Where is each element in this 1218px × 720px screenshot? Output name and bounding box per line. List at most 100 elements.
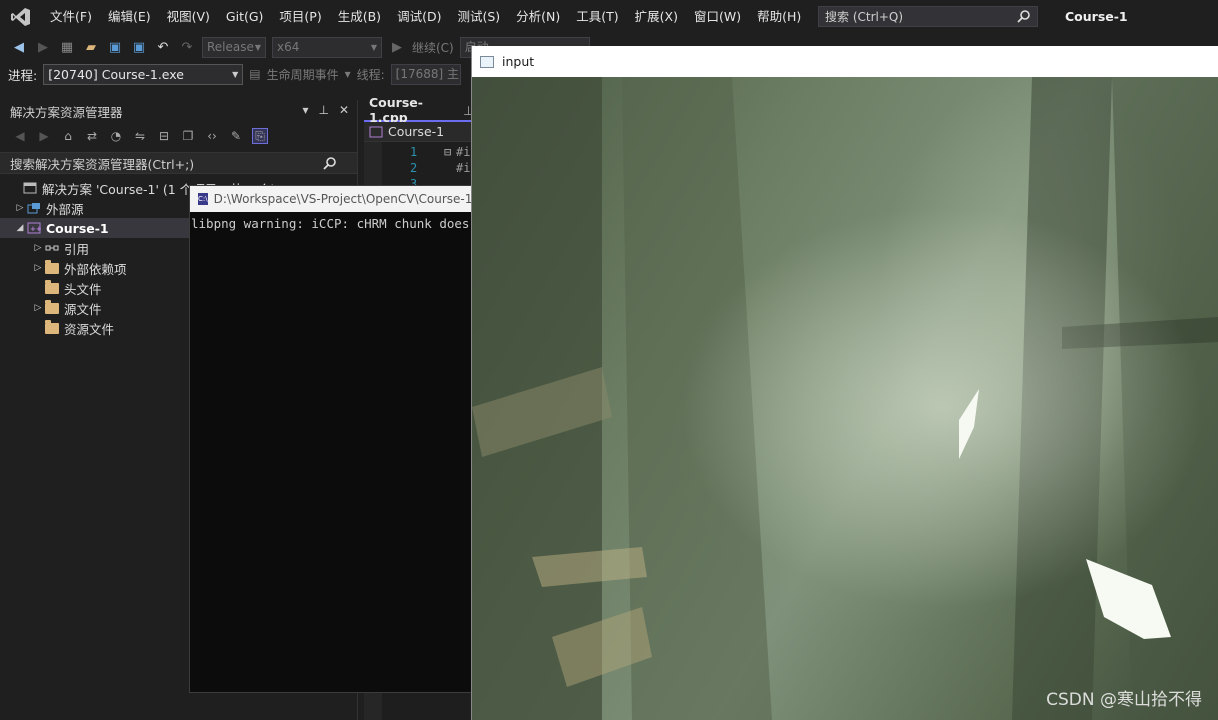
cpp-project-icon: ++ [26,221,42,235]
redo-icon[interactable]: ↷ [178,38,196,56]
line-number: 1 [410,145,418,159]
console-output: libpng warning: iCCP: cHRM chunk does [191,216,470,231]
search-icon [323,156,337,173]
show-all-files-icon[interactable]: ❐ [180,128,196,144]
back-icon[interactable]: ◀ [12,128,28,144]
solution-search-placeholder: 搜索解决方案资源管理器(Ctrl+;) [10,156,195,172]
thread-label: 线程: [356,67,385,82]
configuration-value: Release [207,39,254,54]
thread-dropdown[interactable]: [17688] 主 [390,63,461,85]
open-folder-icon[interactable]: ▰ [82,38,100,56]
tree-item-label: 源文件 [64,301,102,317]
new-item-icon[interactable]: ▦ [58,38,76,56]
chevron-right-icon[interactable]: ▷ [32,303,44,313]
home-icon[interactable]: ⌂ [60,128,76,144]
solution-search-input[interactable]: 搜索解决方案资源管理器(Ctrl+;) [0,152,357,174]
tree-item-label: 资源文件 [64,321,115,337]
back-icon[interactable]: ◀ [10,38,28,56]
tab-label: Course-1.cpp [369,95,423,125]
console-title-bar[interactable]: C:\ D:\Workspace\VS-Project\OpenCV\Cours… [190,186,478,212]
menu-file[interactable]: 文件(F) [42,0,100,33]
undo-icon[interactable]: ↶ [154,38,172,56]
line-number: 2 [410,161,418,175]
thread-value: [17688] 主 [395,66,460,81]
save-all-icon[interactable]: ▣ [130,38,148,56]
platform-dropdown[interactable]: x64 ▼ [272,36,382,58]
pin-icon[interactable]: ⊥ [318,103,328,117]
forward-icon[interactable]: ▶ [34,38,52,56]
watermark: CSDN @寒山拾不得 [1046,690,1202,710]
menu-project[interactable]: 项目(P) [271,0,329,33]
continue-icon[interactable]: ▶ [388,38,406,56]
preview-selected-icon[interactable]: ⎘ [252,128,268,144]
tree-item-label: 头文件 [64,281,102,297]
svg-text:++: ++ [30,225,41,233]
collapse-icon[interactable]: ⊟ [444,145,451,159]
cpp-project-icon [368,125,384,139]
visual-studio-logo-icon[interactable] [10,6,32,28]
search-input[interactable]: 搜索 (Ctrl+Q) [818,6,1038,27]
menu-git[interactable]: Git(G) [218,0,272,33]
menu-debug[interactable]: 调试(D) [389,0,449,33]
forward-icon[interactable]: ▶ [36,128,52,144]
search-placeholder: 搜索 (Ctrl+Q) [825,10,904,24]
chevron-down-icon[interactable]: ◢ [14,223,26,233]
chevron-down-icon: ▼ [232,69,239,79]
collapse-all-icon[interactable]: ⊟ [156,128,172,144]
sync-icon[interactable]: ⇋ [132,128,148,144]
chevron-down-icon: ▼ [254,42,261,52]
menu-window[interactable]: 窗口(W) [686,0,749,33]
references-icon [44,241,60,255]
lifecycle-events-label[interactable]: 生命周期事件 [267,66,339,83]
separator-icon: ▾ [344,67,351,81]
folder-icon [44,319,60,335]
image-window-title-bar[interactable]: input [472,46,1218,77]
menu-analyze[interactable]: 分析(N) [508,0,568,33]
process-dropdown[interactable]: [20740] Course-1.exe ▼ [43,63,244,85]
external-sources-icon [26,201,42,215]
editor-navigation-bar[interactable]: Course-1 [364,122,474,142]
editor-nav-label: Course-1 [388,124,445,139]
history-icon[interactable]: ◔ [108,128,124,144]
chevron-right-icon[interactable]: ▷ [14,203,26,213]
menu-help[interactable]: 帮助(H) [749,0,809,33]
chevron-right-icon[interactable]: ▷ [32,243,44,253]
continue-label[interactable]: 继续(C) [412,39,454,56]
tree-item-label: Course-1 [46,220,109,236]
folder-icon [44,279,60,295]
image-window-title: input [502,54,535,69]
close-icon[interactable]: ✕ [339,103,349,117]
console-window[interactable]: C:\ D:\Workspace\VS-Project\OpenCV\Cours… [189,185,479,693]
menu-edit[interactable]: 编辑(E) [100,0,159,33]
configuration-dropdown[interactable]: Release ▼ [202,36,266,58]
solution-explorer-toolbar: ◀ ▶ ⌂ ⇄ ◔ ⇋ ⊟ ❐ ‹› ✎ ⎘ [0,122,357,150]
solution-explorer-title: 解决方案资源管理器 [10,104,123,120]
chevron-right-icon[interactable]: ▷ [32,263,44,273]
window-app-icon [480,55,494,68]
tab-course-1-cpp[interactable]: Course-1.cpp ⊥ [364,95,474,125]
menu-bar: 文件(F) 编辑(E) 视图(V) Git(G) 项目(P) 生成(B) 调试(… [0,0,1218,33]
panel-options-icon[interactable]: ▾ [302,103,308,117]
switch-views-icon[interactable]: ⇄ [84,128,100,144]
menu-tools[interactable]: 工具(T) [568,0,626,33]
displayed-image [472,77,1218,720]
dependencies-icon [44,259,60,275]
image-window[interactable]: input CSDN @寒山拾不得 [471,46,1218,720]
menu-build[interactable]: 生成(B) [330,0,389,33]
console-app-icon: C:\ [198,193,208,205]
view-code-icon[interactable]: ‹› [204,128,220,144]
menu-view[interactable]: 视图(V) [159,0,218,33]
image-scene [472,77,1218,720]
save-icon[interactable]: ▣ [106,38,124,56]
solution-explorer-header: 解决方案资源管理器 ▾ ⊥ ✕ [0,100,357,122]
menu-extensions[interactable]: 扩展(X) [627,0,686,33]
menu-test[interactable]: 测试(S) [449,0,508,33]
platform-value: x64 [277,39,300,54]
console-title: D:\Workspace\VS-Project\OpenCV\Course-1\… [213,192,478,206]
tree-item-label: 外部源 [46,201,84,217]
lifecycle-events-icon[interactable]: ▤ [249,67,260,81]
tree-item-label: 引用 [64,241,90,257]
chevron-down-icon: ▼ [370,42,377,52]
process-label: 进程: [8,67,38,83]
properties-icon[interactable]: ✎ [228,128,244,144]
